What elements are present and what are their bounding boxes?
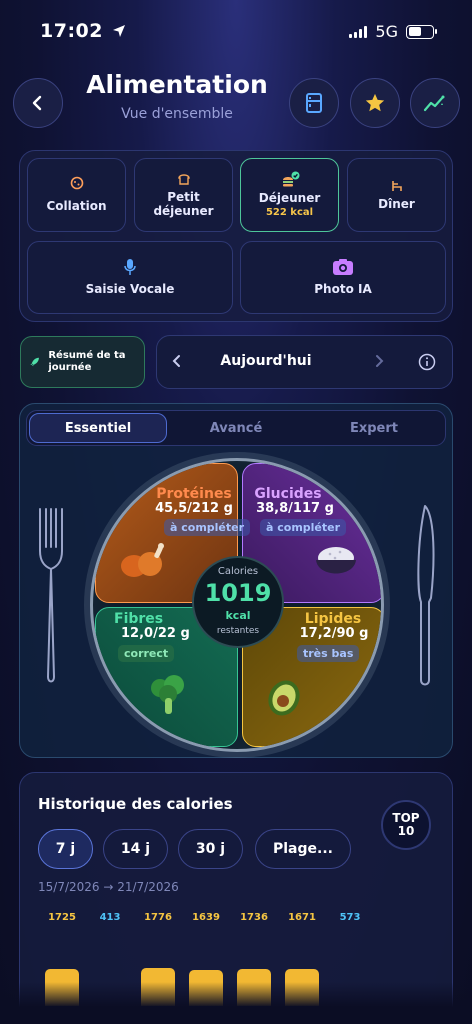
photo-ai-label: Photo IA	[314, 282, 372, 297]
photo-ai-button[interactable]: Photo IA	[240, 241, 446, 314]
fats-status-badge: très bas	[297, 645, 360, 662]
camera-icon	[333, 259, 353, 276]
status-indicators: 5G	[349, 22, 437, 41]
calories-top-label: Calories	[217, 566, 259, 577]
chair-icon	[391, 180, 402, 191]
proteins-amount: 45,5/212 g	[155, 501, 233, 516]
chevron-left-icon	[172, 355, 180, 367]
fats-amount: 17,2/90 g	[299, 626, 369, 641]
location-arrow-icon	[113, 25, 126, 37]
day-summary-label: Résumé de ta journée	[48, 350, 126, 373]
range-chip-7j[interactable]: 7 j	[38, 829, 93, 869]
top10-button[interactable]: TOP 10	[381, 800, 431, 850]
tab-avance[interactable]: Avancé	[167, 413, 305, 443]
tab-essentiel[interactable]: Essentiel	[29, 413, 167, 443]
trend-line-icon	[423, 95, 445, 112]
page-subtitle: Vue d'ensemble	[121, 106, 233, 122]
meal-button-diner[interactable]: Dîner	[347, 158, 446, 232]
burger-check-icon	[282, 171, 299, 187]
fats-name: Lipides	[304, 611, 362, 627]
voice-input-button[interactable]: Saisie Vocale	[27, 241, 233, 314]
microphone-icon	[124, 259, 136, 276]
tab-expert[interactable]: Expert	[305, 413, 443, 443]
meal-button-collation[interactable]: Collation	[27, 158, 126, 232]
range-chip-30j[interactable]: 30 j	[178, 829, 243, 869]
meal-kcal: 522 kcal	[265, 207, 314, 219]
cookie-icon	[70, 176, 83, 190]
chicken-leg-icon	[121, 543, 164, 577]
toast-icon	[177, 173, 190, 185]
fork-icon	[39, 508, 63, 683]
history-date-range: 15/7/2026 → 21/7/2026	[38, 880, 179, 894]
carbs-name: Glucides	[254, 486, 322, 502]
range-chip-custom[interactable]: Plage...	[255, 829, 351, 869]
meal-label: Collation	[46, 199, 107, 214]
calories-remaining-value: 1019	[204, 579, 272, 607]
meal-label: Déjeuner	[258, 190, 321, 205]
info-button[interactable]	[418, 353, 436, 375]
voice-input-label: Saisie Vocale	[85, 282, 175, 297]
fridge-button[interactable]	[289, 78, 339, 128]
status-time: 17:02	[40, 20, 126, 42]
chevron-right-icon	[376, 355, 384, 367]
broccoli-icon	[151, 675, 184, 714]
previous-day-button[interactable]	[170, 352, 184, 374]
meal-label: Dîner	[378, 196, 415, 211]
network-label: 5G	[375, 22, 398, 41]
proteins-name: Protéines	[156, 486, 232, 502]
calories-bottom-label: restantes	[216, 626, 260, 636]
fibers-status-badge: correct	[118, 645, 175, 662]
back-button[interactable]	[13, 78, 63, 128]
avocado-icon	[268, 680, 300, 716]
rocket-icon	[30, 357, 39, 367]
rice-bowl-icon	[316, 547, 356, 574]
star-icon	[365, 93, 385, 112]
page-title: Alimentation	[86, 70, 268, 99]
current-day-label[interactable]: Aujourd'hui	[198, 353, 334, 369]
history-title: Historique des calories	[38, 795, 233, 813]
knife-icon	[417, 505, 435, 686]
meal-button-dejeuner[interactable]: Déjeuner 522 kcal	[240, 158, 339, 232]
bottom-fade	[0, 982, 472, 1024]
trends-button[interactable]	[410, 78, 460, 128]
next-day-button[interactable]	[372, 352, 386, 374]
chevron-left-icon	[32, 95, 42, 111]
proteins-status-badge: à compléter	[164, 519, 251, 536]
battery-icon	[406, 24, 437, 39]
signal-icon	[349, 25, 368, 38]
fibers-name: Fibres	[114, 611, 164, 627]
info-icon	[418, 353, 436, 371]
range-chip-14j[interactable]: 14 j	[103, 829, 168, 869]
fridge-icon	[306, 93, 322, 113]
calories-unit: kcal	[225, 609, 251, 622]
day-summary-button[interactable]: Résumé de ta journée	[20, 336, 145, 388]
carbs-amount: 38,8/117 g	[256, 501, 334, 516]
carbs-status-badge: à compléter	[260, 519, 347, 536]
meal-button-petit-dejeuner[interactable]: Petit déjeuner	[134, 158, 233, 232]
favorites-button[interactable]	[350, 78, 400, 128]
meal-label: Petit déjeuner	[153, 189, 214, 218]
